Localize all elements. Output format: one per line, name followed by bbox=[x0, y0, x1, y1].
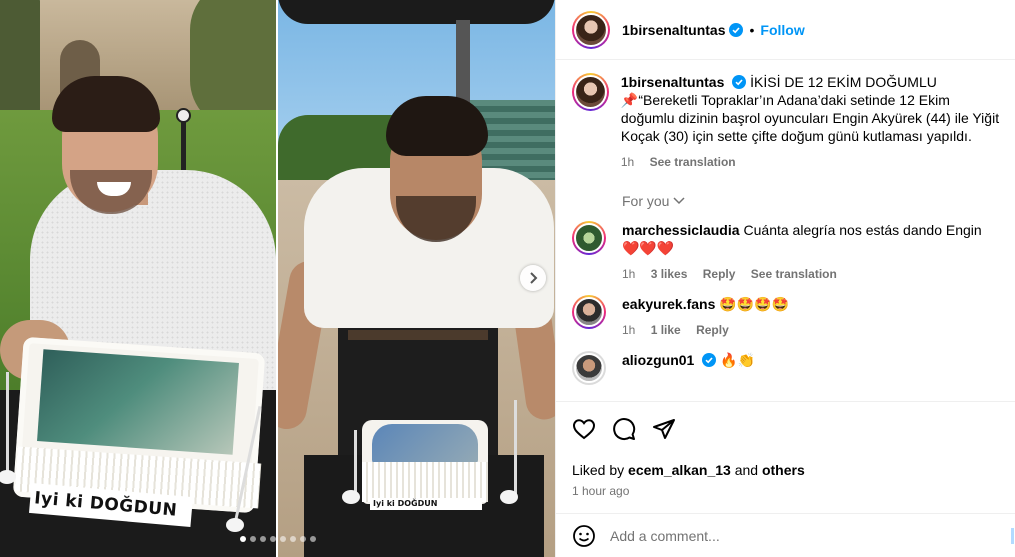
post-caption: 1birsenaltuntas İKİSİ DE 12 EKİM DOĞUMLU… bbox=[572, 73, 1000, 171]
caption-username[interactable]: 1birsenaltuntas bbox=[621, 74, 724, 90]
comment-text: 🔥👏 bbox=[720, 352, 756, 368]
chevron-right-icon bbox=[530, 272, 538, 284]
caption-text: “Bereketli Topraklar’ın Adana’daki setin… bbox=[620, 92, 1000, 144]
comment-bubble-icon bbox=[613, 418, 636, 441]
post-timestamp: 1 hour ago bbox=[572, 484, 630, 498]
liked-by-others-link[interactable]: others bbox=[762, 462, 805, 478]
liked-by-and: and bbox=[734, 462, 759, 478]
follow-button[interactable]: Follow bbox=[760, 22, 804, 38]
carousel-dot[interactable] bbox=[279, 536, 286, 542]
next-slide-button[interactable] bbox=[520, 265, 546, 291]
like-button[interactable] bbox=[572, 417, 596, 441]
comment-text: 🤩🤩🤩🤩 bbox=[719, 296, 790, 312]
cake-plaque-text-2: Iyi ki DOĞDUN bbox=[370, 498, 482, 510]
comment-username[interactable]: aliozgun01 bbox=[622, 352, 694, 368]
see-translation-link[interactable]: See translation bbox=[751, 267, 837, 281]
carousel-dots bbox=[0, 536, 555, 542]
post-header: 1birsenaltuntas • Follow bbox=[556, 0, 1015, 60]
carousel-dot[interactable] bbox=[259, 536, 266, 542]
emoji-button[interactable] bbox=[572, 524, 596, 548]
see-translation-link[interactable]: See translation bbox=[650, 155, 736, 169]
post-view: Iyi ki DOĞDUN Iyi ki DOĞDUN 1birsenaltun… bbox=[0, 0, 1015, 557]
post-comment-button[interactable] bbox=[1011, 528, 1014, 544]
liked-by-user[interactable]: ecem_alkan_13 bbox=[628, 462, 731, 478]
comment-button[interactable] bbox=[612, 417, 636, 441]
comment-item: eakyurek.fans 🤩🤩🤩🤩 1h 1 like Reply bbox=[572, 295, 1000, 339]
post-actions: Liked by ecem_alkan_13 and others 1 hour… bbox=[556, 401, 1015, 513]
add-comment-input[interactable] bbox=[610, 527, 970, 544]
share-button[interactable] bbox=[652, 417, 676, 441]
chevron-down-icon bbox=[673, 197, 685, 205]
verified-badge-icon bbox=[732, 75, 747, 89]
reply-button[interactable]: Reply bbox=[703, 267, 736, 281]
caption-avatar[interactable] bbox=[572, 73, 609, 111]
liked-by-line: Liked by ecem_alkan_13 and others bbox=[572, 462, 1000, 478]
pushpin-icon: 📌 bbox=[620, 92, 639, 108]
liked-by-prefix: Liked by bbox=[572, 462, 625, 478]
post-media[interactable]: Iyi ki DOĞDUN Iyi ki DOĞDUN bbox=[0, 0, 555, 557]
carousel-dot[interactable] bbox=[299, 536, 306, 542]
comment-time: 1h bbox=[622, 267, 636, 281]
paper-plane-icon bbox=[653, 419, 675, 439]
avatar[interactable] bbox=[572, 10, 610, 49]
add-comment-bar bbox=[556, 513, 1015, 557]
caption-title: İKİSİ DE 12 EKİM DOĞUMLU bbox=[750, 74, 937, 90]
header-username[interactable]: 1birsenaltuntas bbox=[622, 22, 725, 38]
carousel-dot[interactable] bbox=[269, 536, 276, 542]
post-side-panel: 1birsenaltuntas • Follow 1birsenaltuntas… bbox=[555, 0, 1015, 557]
for-you-filter[interactable]: For you bbox=[622, 193, 1000, 209]
carousel-dot[interactable] bbox=[289, 536, 296, 542]
photo-left: Iyi ki DOĞDUN bbox=[0, 0, 276, 557]
carousel-dot[interactable] bbox=[309, 536, 316, 542]
reply-button[interactable]: Reply bbox=[696, 323, 729, 337]
comment-username[interactable]: marchessiclaudia bbox=[622, 222, 740, 238]
verified-badge-icon bbox=[729, 22, 744, 37]
comment-avatar[interactable] bbox=[572, 295, 606, 329]
comment-avatar[interactable] bbox=[572, 351, 606, 385]
comment-time: 1h bbox=[622, 323, 636, 337]
comment-avatar[interactable] bbox=[572, 221, 606, 255]
verified-badge-icon bbox=[702, 353, 717, 367]
comment-username[interactable]: eakyurek.fans bbox=[622, 296, 715, 312]
comment-likes[interactable]: 1 like bbox=[651, 323, 681, 337]
caption-time: 1h bbox=[620, 155, 635, 169]
carousel-dot[interactable] bbox=[239, 536, 246, 542]
heart-icon bbox=[572, 419, 596, 440]
comment-item: aliozgun01 🔥👏 bbox=[572, 351, 1000, 385]
carousel-dot[interactable] bbox=[249, 536, 256, 542]
photo-right: Iyi ki DOĞDUN bbox=[278, 0, 555, 557]
header-separator: • bbox=[749, 21, 755, 38]
smiley-icon bbox=[573, 524, 595, 547]
comments-section[interactable]: 1birsenaltuntas İKİSİ DE 12 EKİM DOĞUMLU… bbox=[556, 61, 1015, 401]
for-you-label: For you bbox=[622, 193, 670, 209]
comment-likes[interactable]: 3 likes bbox=[651, 267, 688, 281]
comment-item: marchessiclaudia Cuánta alegría nos estás… bbox=[572, 221, 1000, 283]
